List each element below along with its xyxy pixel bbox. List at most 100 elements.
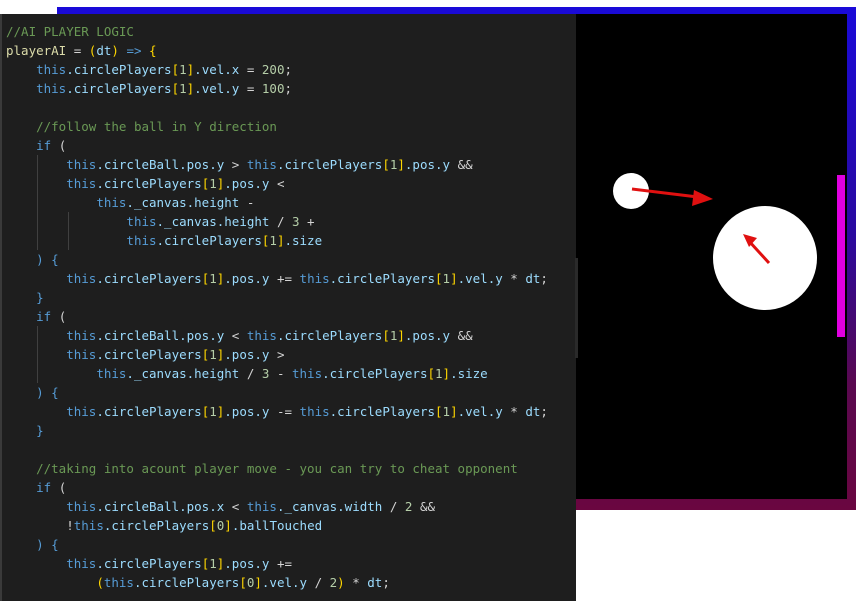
code-token: .circlePlayers bbox=[96, 271, 202, 286]
code-token: .circlePlayers bbox=[96, 176, 202, 191]
code-token: .circlePlayers bbox=[329, 271, 436, 286]
code-token: < bbox=[224, 328, 247, 343]
code-token: .pos.y bbox=[224, 404, 270, 419]
code-token: ! bbox=[66, 518, 74, 533]
code-token: ; bbox=[382, 575, 390, 590]
code-token: [ bbox=[209, 518, 217, 533]
code-token: this bbox=[66, 176, 97, 191]
code-token: > bbox=[224, 157, 247, 172]
code-line: this.circleBall.pos.y < this.circlePlaye… bbox=[6, 326, 472, 345]
code-token: .circleBall.pos.y bbox=[96, 157, 225, 172]
code-token: ; bbox=[540, 404, 548, 419]
code-token: this bbox=[299, 271, 330, 286]
code-line: this.circlePlayers[1].size bbox=[6, 231, 322, 250]
code-token: * bbox=[502, 271, 526, 286]
code-token: 1 bbox=[209, 556, 217, 571]
code-token: 200 bbox=[261, 62, 285, 77]
code-token: ] bbox=[442, 366, 451, 381]
code-token: .pos.y bbox=[404, 157, 451, 172]
code-token: //follow the ball in Y direction bbox=[36, 119, 277, 134]
code-line: //taking into acount player move - you c… bbox=[6, 459, 518, 478]
code-token: playerAI bbox=[6, 43, 67, 58]
code-token: ) { bbox=[36, 252, 59, 267]
code-token: .pos.y bbox=[224, 176, 270, 191]
code-token: [ bbox=[382, 328, 390, 343]
code-token: } bbox=[36, 290, 44, 305]
code-line: if ( bbox=[6, 136, 66, 155]
code-token: ( bbox=[51, 138, 67, 153]
code-token: [ bbox=[382, 157, 390, 172]
code-token: 1 bbox=[209, 347, 217, 362]
code-token: this bbox=[292, 366, 323, 381]
code-token: .size bbox=[450, 366, 488, 381]
code-token: && bbox=[450, 157, 473, 172]
code-token: ) bbox=[337, 575, 345, 590]
code-token: / bbox=[269, 214, 292, 229]
code-token: .vel.y bbox=[457, 404, 503, 419]
code-token: / bbox=[382, 499, 405, 514]
code-token: this bbox=[246, 328, 277, 343]
code-token: this bbox=[96, 366, 127, 381]
code-token: this bbox=[66, 499, 97, 514]
editor-scrollbar[interactable] bbox=[575, 258, 578, 358]
code-token: .circlePlayers bbox=[96, 347, 202, 362]
code-token: ._canvas.height bbox=[156, 214, 270, 229]
code-token: { bbox=[149, 43, 157, 58]
indent-guide bbox=[37, 155, 38, 250]
code-token: .circleBall.pos.y bbox=[96, 328, 225, 343]
code-token: 1 bbox=[442, 404, 451, 419]
code-line: this.circlePlayers[1].vel.y = 100; bbox=[6, 79, 292, 98]
code-token: * bbox=[502, 404, 526, 419]
code-line: this._canvas.height / 3 - this.circlePla… bbox=[6, 364, 488, 383]
code-line: } bbox=[6, 421, 44, 440]
code-token: this bbox=[66, 347, 97, 362]
code-token: [ bbox=[427, 366, 435, 381]
code-line: this.circlePlayers[1].pos.y -= this.circ… bbox=[6, 402, 548, 421]
code-line: //AI PLAYER LOGIC bbox=[6, 22, 134, 41]
code-token: if bbox=[36, 480, 52, 495]
code-token: ; bbox=[540, 271, 548, 286]
code-editor[interactable]: //AI PLAYER LOGIC playerAI = (dt) => { th… bbox=[0, 14, 576, 601]
code-token: [ bbox=[171, 81, 180, 96]
code-token: && bbox=[412, 499, 435, 514]
code-token: < bbox=[269, 176, 285, 191]
code-line: this.circlePlayers[1].vel.x = 200; bbox=[6, 60, 292, 79]
code-token: this bbox=[66, 157, 97, 172]
code-token: => bbox=[118, 43, 150, 58]
code-token: this bbox=[66, 328, 97, 343]
code-token: ._canvas.width bbox=[276, 499, 383, 514]
code-token: ) bbox=[111, 43, 119, 58]
code-token: += bbox=[269, 556, 293, 571]
code-line: if ( bbox=[6, 307, 66, 326]
code-line: this.circlePlayers[1].pos.y < bbox=[6, 174, 285, 193]
code-token: .pos.y bbox=[224, 271, 270, 286]
code-token: ] bbox=[397, 328, 405, 343]
code-line: !this.circlePlayers[0].ballTouched bbox=[6, 516, 322, 535]
code-line: this.circleBall.pos.y > this.circlePlaye… bbox=[6, 155, 473, 174]
code-token: [ bbox=[171, 62, 180, 77]
code-token: 1 bbox=[179, 62, 187, 77]
code-token: this bbox=[73, 518, 104, 533]
ball-velocity-arrow-head bbox=[692, 190, 713, 206]
code-token: ] bbox=[397, 157, 405, 172]
code-token: 1 bbox=[269, 233, 277, 248]
code-token: this bbox=[36, 81, 67, 96]
indent-guide bbox=[68, 212, 69, 250]
code-token: .circlePlayers bbox=[96, 556, 202, 571]
code-token: [ bbox=[239, 575, 247, 590]
code-token: 1 bbox=[209, 176, 217, 191]
code-line: this._canvas.height - bbox=[6, 193, 254, 212]
code-line: this.circlePlayers[1].pos.y > bbox=[6, 345, 284, 364]
code-token: - bbox=[239, 195, 255, 210]
